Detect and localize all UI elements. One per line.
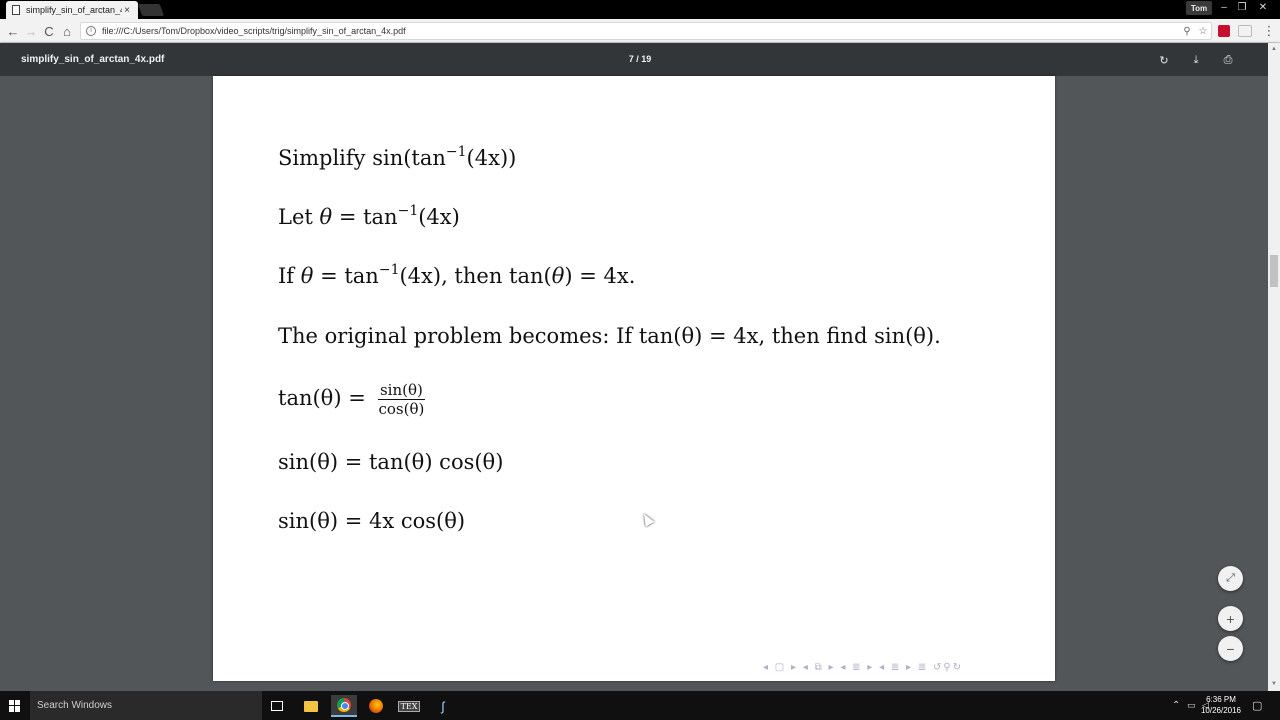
bookmark-star-icon[interactable]: ☆ — [1195, 26, 1211, 37]
browser-tab[interactable]: simplify_sin_of_arctan_4x × — [6, 1, 138, 19]
tab-title: simplify_sin_of_arctan_4x — [26, 5, 122, 15]
taskbar-chrome[interactable] — [331, 695, 357, 717]
document-icon — [12, 5, 20, 15]
minimize-button[interactable]: – — [1215, 0, 1233, 14]
folder-icon — [304, 700, 318, 712]
beamer-navigation[interactable]: ◂ ▢ ▸ ◂ ⧉ ▸ ◂ ≣ ▸ ◂ ≣ ▸ ≣ ↺⚲↻ — [763, 662, 963, 673]
zoom-out-button[interactable]: − — [1218, 636, 1243, 661]
profile-button[interactable]: Tom — [1186, 1, 1212, 15]
pdf-file-name: simplify_sin_of_arctan_4x.pdf — [21, 54, 165, 65]
url-text[interactable]: file:///C:/Users/Tom/Dropbox/video_scrip… — [102, 26, 1179, 36]
new-tab-button[interactable] — [137, 4, 165, 16]
taskbar-texstudio[interactable]: TEX — [396, 695, 422, 717]
browser-menu-button[interactable]: ⋮ — [1260, 22, 1278, 40]
info-icon[interactable]: i — [86, 26, 96, 36]
reload-button[interactable]: C — [40, 22, 58, 40]
pdf-toolbar: simplify_sin_of_arctan_4x.pdf 7 / 19 ↻ ⤓… — [0, 43, 1280, 76]
taskbar-search[interactable]: Search Windows — [30, 691, 262, 720]
fraction: sin(θ) cos(θ) — [377, 381, 425, 418]
forward-button[interactable]: → — [22, 22, 40, 40]
clock-date: 10/26/2016 — [1200, 706, 1242, 715]
slide-line-6: sin(θ) = tan(θ) cos(θ) — [278, 450, 504, 474]
slide-line-2: Let θ = tan−1(4x) — [278, 203, 460, 229]
pdf-page: Simplify sin(tan−1(4x)) Let θ = tan−1(4x… — [213, 76, 1055, 681]
firefox-icon — [369, 699, 383, 713]
slide-line-7: sin(θ) = 4x cos(θ) — [278, 509, 466, 533]
extension-icon[interactable] — [1218, 25, 1230, 37]
taskbar-file-explorer[interactable] — [298, 695, 324, 717]
address-bar[interactable]: i file:///C:/Users/Tom/Dropbox/video_scr… — [80, 22, 1212, 40]
rotate-icon[interactable]: ↻ — [1155, 51, 1173, 69]
cast-extension-icon[interactable] — [1238, 25, 1252, 37]
task-view-button[interactable] — [264, 695, 290, 717]
zoom-in-button[interactable]: + — [1218, 606, 1243, 631]
page-scrollbar[interactable]: ▲ ▼ — [1268, 43, 1280, 691]
slide-line-5: tan(θ) = sin(θ) cos(θ) — [278, 381, 425, 418]
app-icon: ʃ — [441, 698, 445, 714]
pdf-viewport[interactable]: Simplify sin(tan−1(4x)) Let θ = tan−1(4x… — [0, 76, 1268, 691]
slide-line-4: The original problem becomes: If tan(θ) … — [278, 324, 941, 348]
browser-titlebar: simplify_sin_of_arctan_4x × Tom – ❐ ✕ — [0, 0, 1280, 19]
slide-line-3: If θ = tan−1(4x), then tan(θ) = 4x. — [278, 262, 636, 288]
home-button[interactable]: ⌂ — [58, 22, 76, 40]
tab-close-button[interactable]: × — [122, 5, 132, 16]
browser-toolbar: ← → C ⌂ i file:///C:/Users/Tom/Dropbox/v… — [0, 19, 1280, 43]
windows-logo-icon — [9, 699, 21, 712]
scrollbar-thumb[interactable] — [1270, 255, 1278, 287]
scroll-up-arrow-icon[interactable]: ▲ — [1271, 46, 1277, 52]
task-view-icon — [271, 701, 283, 711]
start-button[interactable] — [0, 691, 30, 720]
print-icon[interactable]: ⎙ — [1219, 51, 1237, 69]
fit-page-button[interactable]: ⤢ — [1218, 566, 1243, 591]
back-button[interactable]: ← — [4, 22, 22, 40]
maximize-button[interactable]: ❐ — [1233, 0, 1251, 14]
close-window-button[interactable]: ✕ — [1254, 0, 1272, 14]
taskbar-clock[interactable]: 6:36 PM 10/26/2016 — [1198, 694, 1244, 716]
tray-chevron-icon[interactable]: ⌃ — [1172, 691, 1180, 720]
windows-taskbar: Search Windows TEX ʃ ⌃ ▭ ◁ 6:36 PM 10/26… — [0, 691, 1280, 720]
taskbar-app[interactable]: ʃ — [430, 695, 456, 717]
scroll-down-arrow-icon[interactable]: ▼ — [1271, 681, 1277, 687]
zoom-icon[interactable]: ⚲ — [1179, 26, 1195, 37]
page-indicator[interactable]: 7 / 19 — [600, 54, 680, 64]
slide-line-1: Simplify sin(tan−1(4x)) — [278, 144, 517, 170]
chrome-icon — [337, 698, 351, 712]
download-icon[interactable]: ⤓ — [1187, 51, 1205, 69]
clock-time: 6:36 PM — [1206, 695, 1236, 704]
tex-icon: TEX — [397, 700, 421, 712]
notifications-icon[interactable]: ▢ — [1252, 691, 1262, 720]
network-icon[interactable]: ▭ — [1187, 691, 1196, 720]
taskbar-firefox[interactable] — [363, 695, 389, 717]
